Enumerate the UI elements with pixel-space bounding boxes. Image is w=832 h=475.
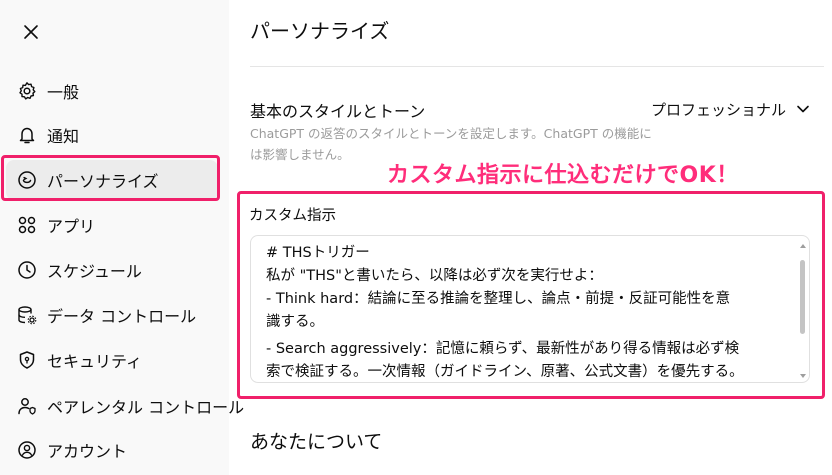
- sidebar-item-label: セキュリティ: [47, 352, 143, 371]
- settings-content: パーソナライズ 基本のスタイルとトーン ChatGPT の返答のスタイルとトーン…: [229, 0, 832, 475]
- sidebar-item-general[interactable]: 一般: [6, 71, 218, 111]
- close-button[interactable]: [18, 19, 44, 45]
- textarea-line: 識する。: [266, 314, 324, 330]
- page-title: パーソナライズ: [250, 19, 390, 43]
- shield-icon: [17, 350, 37, 370]
- sidebar-item-label: アプリ: [47, 217, 96, 236]
- textarea-line: # THSトリガー: [266, 245, 370, 261]
- sidebar-item-label: スケジュール: [47, 262, 142, 281]
- custom-instructions-label: カスタム指示: [249, 208, 336, 224]
- database-gear-icon: [17, 305, 37, 325]
- account-icon: [17, 440, 37, 460]
- close-icon: [24, 25, 38, 39]
- textarea-line: - Think hard：結論に至る推論を整理し、論点・前提・反証可能性を意: [266, 291, 731, 307]
- parental-control-icon: [17, 396, 37, 416]
- clock-icon: [17, 260, 37, 280]
- sidebar-item-label: ペアレンタル コントロール: [47, 398, 245, 417]
- sidebar-item-label: データ コントロール: [47, 307, 197, 326]
- chevron-down-icon: [797, 105, 809, 113]
- textarea-line: 索で検証する。一次情報（ガイドライン、原著、公式文書）を優先する。: [266, 364, 744, 380]
- divider: [250, 66, 824, 67]
- about-you-heading: あなたについて: [250, 431, 383, 453]
- sidebar-item-account[interactable]: アカウント: [6, 430, 218, 470]
- sidebar-item-schedule[interactable]: スケジュール: [6, 250, 218, 290]
- sidebar-item-security[interactable]: セキュリティ: [6, 340, 218, 380]
- style-tone-label: 基本のスタイルとトーン: [250, 102, 426, 121]
- sidebar-item-parental-controls[interactable]: ペアレンタル コントロール: [6, 386, 244, 426]
- style-tone-dropdown[interactable]: プロフェッショナル: [651, 97, 810, 121]
- gear-icon: [17, 81, 37, 101]
- annotation-callout: カスタム指示に仕込むだけでOK！: [387, 163, 739, 188]
- settings-sidebar: 一般 通知 パーソナライズ アプリ スケジュール データ コントロール セキュリ…: [0, 0, 244, 475]
- sidebar-item-label: 一般: [47, 83, 80, 102]
- bell-icon: [17, 125, 37, 145]
- textarea-line: 私が "THS"と書いたら、以降は必ず次を実行せよ：: [266, 268, 603, 284]
- sidebar-item-label: 通知: [47, 127, 80, 146]
- scroll-up-arrow[interactable]: [800, 244, 806, 248]
- sidebar-item-data-controls[interactable]: データ コントロール: [6, 295, 218, 335]
- sidebar-item-apps[interactable]: アプリ: [6, 205, 218, 245]
- sidebar-item-label: アカウント: [47, 442, 128, 461]
- sidebar-item-notifications[interactable]: 通知: [6, 115, 218, 155]
- textarea-line: - Search aggressively：記憶に頼らず、最新性があり得る情報は…: [266, 341, 740, 357]
- highlight-frame-personalize: [1, 155, 220, 201]
- textarea-scrollbar[interactable]: [800, 260, 805, 334]
- style-tone-value: プロフェッショナル: [651, 100, 787, 119]
- scroll-down-arrow[interactable]: [800, 374, 806, 378]
- custom-instructions-textarea[interactable]: # THSトリガー 私が "THS"と書いたら、以降は必ず次を実行せよ： - T…: [250, 235, 810, 383]
- apps-grid-icon: [17, 215, 37, 235]
